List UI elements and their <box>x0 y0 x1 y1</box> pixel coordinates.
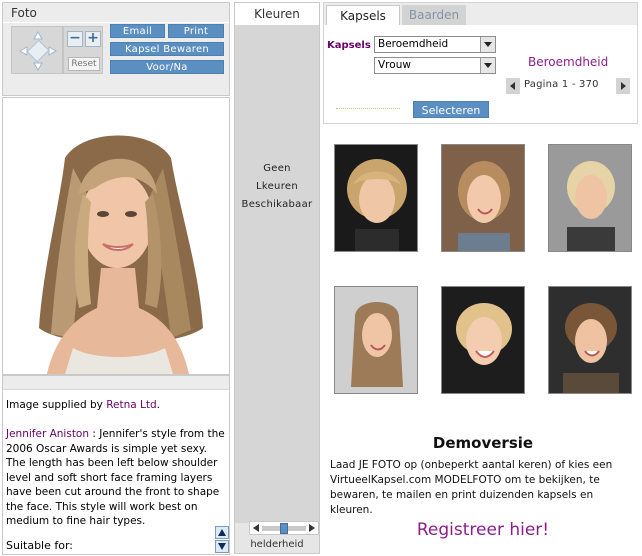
print-button[interactable]: Print <box>168 24 224 38</box>
tab-baarden[interactable]: Baarden <box>402 5 466 25</box>
caption-header <box>3 376 229 390</box>
zoom-controls: − + Reset <box>63 26 103 74</box>
style-description: : Jennifer's style from the 2006 Oscar A… <box>6 428 225 527</box>
no-colors-line: Beschikabaar <box>241 199 313 210</box>
scroll-down-button[interactable] <box>215 540 229 553</box>
model-thumbnail-image <box>442 145 524 251</box>
gender-select[interactable]: Vrouw <box>374 57 496 74</box>
brightness-slider[interactable] <box>249 521 319 535</box>
divider <box>336 108 400 109</box>
next-page-button[interactable] <box>616 78 630 94</box>
supplied-suffix: . <box>156 399 161 411</box>
hairstyle-thumbnail[interactable] <box>548 286 632 394</box>
divider <box>3 22 229 23</box>
caption-scrollbar[interactable] <box>215 526 229 554</box>
pager: Pagina 1 - 370 <box>506 78 632 94</box>
hairstyle-thumbnail[interactable] <box>334 286 418 394</box>
retna-link[interactable]: Retna Ltd <box>106 399 156 411</box>
model-thumbnail-image <box>335 145 417 251</box>
model-photo <box>39 135 203 374</box>
email-button[interactable]: Email <box>110 24 165 38</box>
no-colors-line: Lkeuren <box>256 181 298 192</box>
arrow-left-icon <box>510 82 515 90</box>
before-after-button[interactable]: Voor/Na <box>110 60 224 74</box>
move-pad[interactable] <box>11 26 63 74</box>
category-value: Beroemdheid <box>378 38 449 50</box>
no-colors-message: Geen Lkeuren Beschikabaar <box>235 160 319 214</box>
arrow-up-icon <box>218 529 226 536</box>
arrow-right-icon[interactable] <box>307 522 317 534</box>
hairstyle-thumbnail[interactable] <box>334 144 418 252</box>
no-colors-line: Geen <box>263 163 291 174</box>
kleuren-title: Kleuren <box>235 3 319 25</box>
model-thumbnail-image <box>549 287 631 393</box>
photo-preview[interactable] <box>2 97 230 375</box>
caption-panel: Image supplied by Retna Ltd. Jennifer An… <box>2 375 230 555</box>
hairstyle-thumbnail[interactable] <box>441 286 525 394</box>
category-title: Beroemdheid <box>528 55 609 69</box>
kleuren-panel: Kleuren Geen Lkeuren Beschikabaar helder… <box>234 2 320 554</box>
category-select[interactable]: Beroemdheid <box>374 36 496 53</box>
tab-kapsels[interactable]: Kapsels <box>326 5 400 25</box>
arrow-down-icon <box>218 543 226 550</box>
tab-content: Kapsels Beroemdheid Vrouw Beroemdheid Pa… <box>324 25 637 123</box>
register-link[interactable]: Registreer hier! <box>330 520 636 540</box>
arrow-right-icon <box>621 82 626 90</box>
scroll-up-button[interactable] <box>215 526 229 539</box>
arrow-left-icon[interactable] <box>251 522 261 534</box>
zoom-out-button[interactable]: − <box>67 31 83 47</box>
model-thumbnail-image <box>335 287 417 393</box>
hairstyle-thumbnail[interactable] <box>548 144 632 252</box>
kapsels-label: Kapsels <box>327 40 371 51</box>
model-thumbnail-image <box>442 287 524 393</box>
caption-text: Image supplied by Retna Ltd. Jennifer An… <box>6 398 228 529</box>
brightness-thumb[interactable] <box>280 523 288 534</box>
hairstyle-selector: Kapsels Baarden Kapsels Beroemdheid Vrou… <box>323 2 638 124</box>
hairstyle-thumbnail[interactable] <box>441 144 525 252</box>
gender-dropdown[interactable] <box>480 58 495 73</box>
save-hairstyle-button[interactable]: Kapsel Bewaren <box>110 42 224 56</box>
model-thumbnail-image <box>549 145 631 251</box>
select-button[interactable]: Selecteren <box>413 101 489 118</box>
reset-button[interactable]: Reset <box>68 57 100 71</box>
chevron-down-icon <box>484 63 492 68</box>
brightness-label: helderheid <box>250 539 304 550</box>
zoom-in-button[interactable]: + <box>85 31 101 47</box>
foto-panel: Foto − + Reset Email Print Kapsel Beware… <box>2 2 230 96</box>
category-dropdown[interactable] <box>480 37 495 52</box>
gender-value: Vrouw <box>378 59 411 71</box>
demo-title: Demoversie <box>432 434 534 452</box>
demo-description: Laad JE FOTO op (onbeperkt aantal keren)… <box>330 459 613 516</box>
prev-page-button[interactable] <box>506 78 520 94</box>
color-swatch-area: Geen Lkeuren Beschikabaar <box>235 25 319 523</box>
page-indicator: Pagina 1 - 370 <box>524 79 599 90</box>
celebrity-name: Jennifer Aniston <box>6 428 90 440</box>
suitable-for-label: Suitable for: <box>6 539 74 552</box>
supplied-prefix: Image supplied by <box>6 399 107 411</box>
foto-title: Foto <box>11 6 37 20</box>
chevron-down-icon <box>484 42 492 47</box>
move-arrows-icon <box>18 30 58 72</box>
